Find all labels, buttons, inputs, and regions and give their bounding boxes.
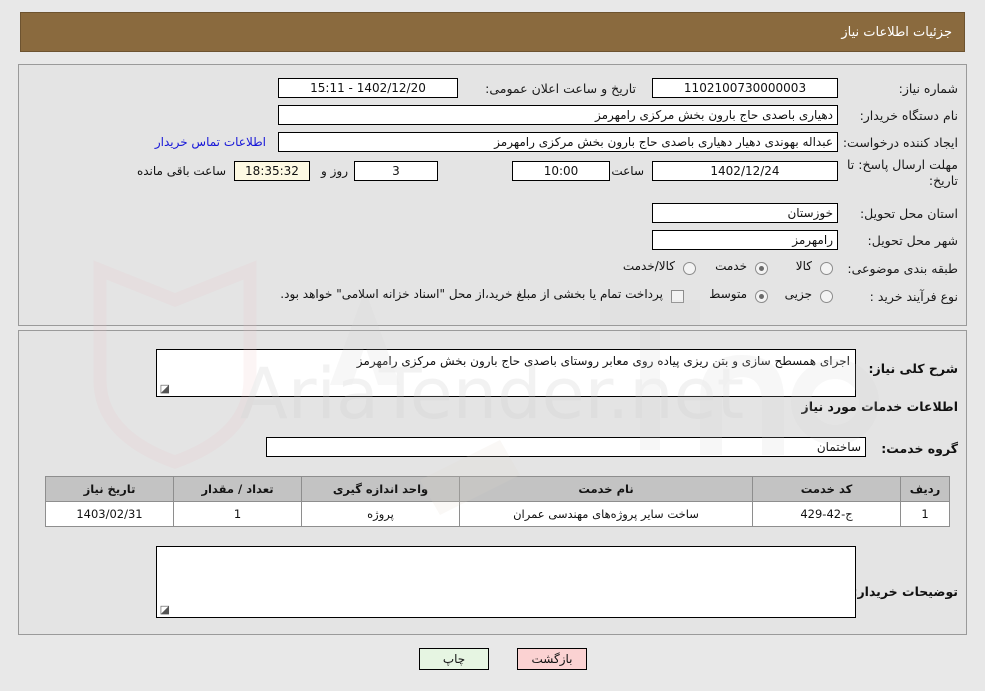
buyer-org-label: نام دستگاه خریدار: [859, 108, 958, 123]
resize-grip-icon-notes[interactable]: ◪ [160, 604, 170, 615]
th-name: نام خدمت [459, 476, 753, 502]
th-row: ردیف [900, 476, 950, 502]
purchase-type-label: نوع فرآیند خرید : [869, 289, 958, 304]
category-option-khedmat: خدمت [715, 259, 747, 273]
category-radio-khedmat[interactable] [755, 262, 768, 275]
remaining-days-label: روز و [321, 164, 348, 178]
back-button[interactable]: بازگشت [517, 648, 587, 670]
resize-grip-icon[interactable]: ◪ [160, 383, 170, 394]
category-radio-kala[interactable] [820, 262, 833, 275]
print-button[interactable]: چاپ [419, 648, 489, 670]
remaining-days-field[interactable]: 3 [354, 161, 438, 181]
announce-datetime-field[interactable]: 1402/12/20 - 15:11 [278, 78, 458, 98]
buyer-notes-textarea[interactable]: ◪ [156, 546, 856, 618]
countdown-label: ساعت باقی مانده [136, 164, 226, 178]
th-date: تاریخ نیاز [45, 476, 174, 502]
services-section-title: اطلاعات خدمات مورد نیاز [801, 399, 959, 414]
cell-unit: پروژه [301, 501, 460, 527]
services-table: ردیف کد خدمت نام خدمت واحد اندازه گیری ت… [45, 476, 950, 527]
category-label: طبقه بندی موضوعی: [847, 261, 958, 276]
need-number-label: شماره نیاز: [898, 81, 958, 96]
need-summary-text: اجرای همسطح سازی و بتن ریزی پیاده روی مع… [356, 354, 850, 368]
service-group-field[interactable]: ساختمان [266, 437, 866, 457]
service-group-label: گروه خدمت: [881, 441, 958, 456]
page-title: جزئیات اطلاعات نیاز [841, 24, 952, 40]
page-header-bar: جزئیات اطلاعات نیاز [20, 12, 965, 52]
delivery-city-label: شهر محل تحویل: [867, 233, 958, 248]
deadline-label: مهلت ارسال پاسخ: تا تاریخ: [847, 157, 958, 188]
treasury-docs-label: پرداخت تمام یا بخشی از مبلغ خرید،از محل … [280, 287, 663, 301]
delivery-province-label: استان محل تحویل: [859, 206, 958, 221]
request-creator-field[interactable]: عبداله بهوندی دهیار دهیاری باصدی حاج بار… [278, 132, 838, 152]
purchase-type-option-jozii: جزیی [784, 287, 812, 301]
purchase-type-radio-motavaset[interactable] [755, 290, 768, 303]
th-quantity: تعداد / مقدار [173, 476, 302, 502]
need-number-field[interactable]: 1102100730000003 [652, 78, 838, 98]
buyer-notes-label: توضیحات خریدار: [852, 584, 958, 599]
table-header-row: ردیف کد خدمت نام خدمت واحد اندازه گیری ت… [45, 476, 950, 502]
cell-name: ساخت سایر پروژه‌های مهندسی عمران [459, 501, 753, 527]
th-code: کد خدمت [752, 476, 901, 502]
deadline-date-field[interactable]: 1402/12/24 [652, 161, 838, 181]
need-details-panel: شرح کلی نیاز: اجرای همسطح سازی و بتن ریز… [18, 330, 967, 635]
request-creator-label: ایجاد کننده درخواست: [842, 135, 958, 150]
deadline-hour-label: ساعت [611, 164, 644, 178]
th-unit: واحد اندازه گیری [301, 476, 460, 502]
table-row[interactable]: 1 ج-42-429 ساخت سایر پروژه‌های مهندسی عم… [45, 501, 950, 527]
cell-row: 1 [900, 501, 950, 527]
countdown-field: 18:35:32 [234, 161, 310, 181]
treasury-docs-checkbox[interactable] [671, 290, 684, 303]
deadline-hour-field[interactable]: 10:00 [512, 161, 610, 181]
cell-code: ج-42-429 [752, 501, 901, 527]
announce-datetime-label: تاریخ و ساعت اعلان عمومی: [485, 81, 636, 96]
buyer-contact-link[interactable]: اطلاعات تماس خریدار [155, 135, 266, 149]
delivery-city-field[interactable]: رامهرمز [652, 230, 838, 250]
category-radio-kala-khedmat[interactable] [683, 262, 696, 275]
need-summary-textarea[interactable]: اجرای همسطح سازی و بتن ریزی پیاده روی مع… [156, 349, 856, 397]
buyer-org-field[interactable]: دهیاری باصدی حاج بارون بخش مرکزی رامهرمز [278, 105, 838, 125]
cell-date: 1403/02/31 [45, 501, 174, 527]
need-info-panel: شماره نیاز: 1102100730000003 تاریخ و ساع… [18, 64, 967, 326]
need-summary-label: شرح کلی نیاز: [868, 361, 958, 376]
purchase-type-option-motavaset: متوسط [709, 287, 747, 301]
delivery-province-field[interactable]: خوزستان [652, 203, 838, 223]
category-option-kala-khedmat: کالا/خدمت [622, 259, 675, 273]
cell-quantity: 1 [173, 501, 302, 527]
category-option-kala: کالا [795, 259, 812, 273]
purchase-type-radio-jozii[interactable] [820, 290, 833, 303]
